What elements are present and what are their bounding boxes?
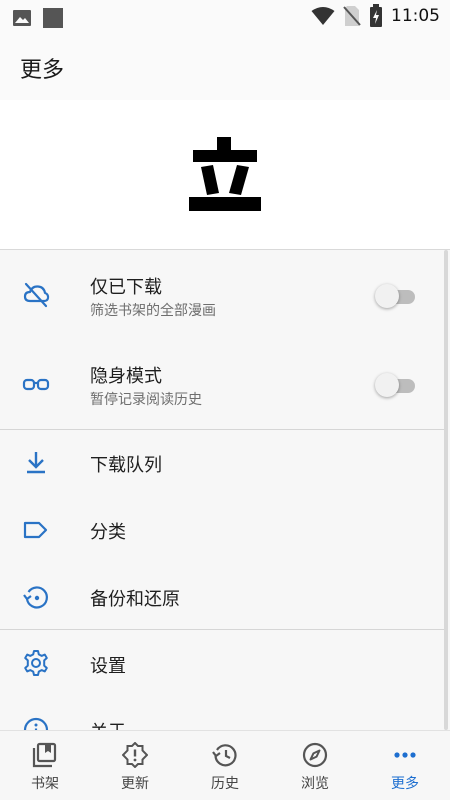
backup-restore-label: 备份和还原: [90, 589, 180, 610]
categories-label: 分类: [90, 522, 126, 543]
menu-item-incognito[interactable]: 隐身模式 暂停记录阅读历史: [0, 340, 450, 428]
nav-label-more: 更多: [391, 776, 419, 792]
app-notification-icon: [43, 8, 63, 28]
toggle-thumb: [375, 373, 399, 397]
history-icon: [212, 744, 237, 767]
status-time: 11:05: [391, 6, 440, 26]
menu-list[interactable]: 仅已下载 筛选书架的全部漫画 隐身模式 暂停记录阅读历史 下载队列 分类 备份和…: [0, 250, 450, 730]
menu-item-categories[interactable]: 分类: [0, 496, 450, 562]
restore-icon: [23, 586, 48, 609]
status-right: 11:05: [311, 4, 440, 28]
cloud-off-icon: [23, 282, 50, 308]
library-icon: [32, 742, 57, 768]
battery-charging-icon: [370, 4, 382, 27]
app-bar: 更多: [0, 34, 450, 100]
app-logo: [189, 137, 261, 211]
menu-item-downloaded-only[interactable]: 仅已下载 筛选书架的全部漫画: [0, 250, 450, 338]
about-label: 关于: [90, 718, 126, 730]
settings-label: 设置: [90, 656, 126, 677]
nav-item-history[interactable]: 历史: [180, 731, 270, 800]
toggle-thumb: [375, 284, 399, 308]
nav-label-browse: 浏览: [301, 776, 329, 792]
alert-badge-icon: [122, 742, 148, 768]
label-icon: [23, 521, 48, 539]
menu-item-download-queue[interactable]: 下载队列: [0, 430, 450, 496]
download-icon: [27, 452, 45, 474]
download-queue-label: 下载队列: [90, 455, 162, 476]
status-left: [12, 7, 64, 29]
menu-item-settings[interactable]: 设置: [0, 630, 450, 696]
nav-item-more[interactable]: 更多: [360, 731, 450, 800]
scrollbar[interactable]: [444, 250, 448, 730]
nav-label-updates: 更新: [121, 776, 149, 792]
info-icon: [23, 717, 49, 730]
downloaded-only-toggle[interactable]: [375, 283, 417, 309]
nav-label-history: 历史: [211, 776, 239, 792]
image-notification-icon: [13, 10, 31, 26]
wifi-icon: [311, 7, 335, 25]
more-horiz-icon: [394, 752, 416, 758]
nav-item-updates[interactable]: 更新: [90, 731, 180, 800]
incognito-label: 隐身模式: [90, 366, 162, 387]
glasses-icon: [22, 378, 50, 391]
menu-item-backup-restore[interactable]: 备份和还原: [0, 563, 450, 629]
incognito-description: 暂停记录阅读历史: [90, 392, 202, 408]
downloaded-only-label: 仅已下载: [90, 277, 162, 298]
logo-header: [0, 100, 450, 250]
gear-icon: [24, 650, 48, 676]
menu-item-about[interactable]: 关于: [0, 696, 450, 730]
nav-item-browse[interactable]: 浏览: [270, 731, 360, 800]
compass-icon: [302, 742, 328, 768]
bottom-navigation: 书架 更新 历史 浏览 更多: [0, 730, 450, 800]
status-bar: 11:05: [0, 0, 450, 34]
downloaded-only-description: 筛选书架的全部漫画: [90, 303, 216, 319]
nav-item-library[interactable]: 书架: [0, 731, 90, 800]
nav-label-library: 书架: [31, 776, 59, 792]
page-title: 更多: [20, 58, 65, 83]
incognito-toggle[interactable]: [375, 372, 417, 398]
no-sim-icon: [343, 6, 361, 26]
